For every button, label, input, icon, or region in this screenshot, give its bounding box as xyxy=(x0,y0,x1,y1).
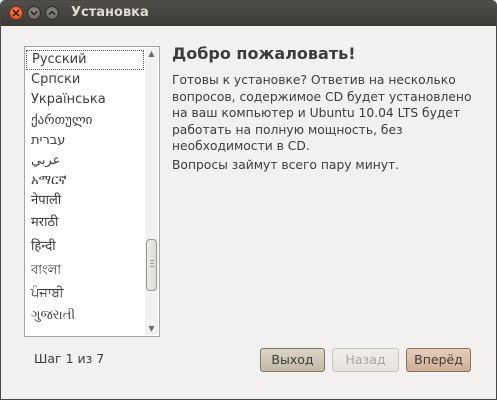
grip-line xyxy=(150,266,154,267)
welcome-note: Вопросы займут всего пару минут. xyxy=(172,158,400,172)
welcome-text: Готовы к установке? Ответив на несколько… xyxy=(172,73,472,153)
window-title: Установка xyxy=(71,5,149,20)
language-item[interactable]: ગુજરાતી xyxy=(26,306,144,326)
language-item[interactable]: עברית xyxy=(26,131,144,151)
grip-line xyxy=(150,260,154,261)
language-item[interactable]: Українська xyxy=(26,90,144,110)
welcome-heading: Добро пожаловать! xyxy=(172,44,356,63)
forward-button[interactable]: Вперёд xyxy=(406,348,471,372)
language-item[interactable]: नेपाली xyxy=(26,191,144,211)
scroll-down-icon[interactable]: ▼ xyxy=(145,323,158,335)
step-indicator: Шаг 1 из 7 xyxy=(34,351,105,366)
back-button[interactable]: Назад xyxy=(332,348,399,372)
language-item[interactable]: Српски xyxy=(26,70,144,90)
language-item-russian[interactable]: Русский xyxy=(26,50,144,70)
title-bar: Установка xyxy=(1,1,496,26)
language-item[interactable]: ქართული xyxy=(26,111,144,131)
language-item[interactable]: عربي xyxy=(26,151,144,171)
language-list[interactable]: Русский Српски Українська ქართული עברית … xyxy=(24,46,160,337)
language-item[interactable]: हिन्दी xyxy=(26,237,144,257)
maximize-window-button[interactable] xyxy=(45,6,59,20)
quit-button[interactable]: Выход xyxy=(260,348,325,372)
language-item[interactable]: አማርኛ xyxy=(26,171,144,191)
scroll-up-icon[interactable]: ▲ xyxy=(145,48,158,60)
close-icon xyxy=(12,9,20,17)
language-item[interactable]: ਪੰਜਾਬੀ xyxy=(26,284,144,304)
grip-line xyxy=(150,263,154,264)
chevron-down-icon xyxy=(30,10,38,16)
minimize-window-button[interactable] xyxy=(27,6,41,20)
scrollbar-thumb[interactable] xyxy=(146,239,157,291)
chevron-up-icon xyxy=(48,10,56,16)
installer-window: Установка Русский Српски Українська ქართ… xyxy=(0,0,497,400)
language-item[interactable]: বাংলা xyxy=(26,261,144,281)
close-window-button[interactable] xyxy=(9,6,23,20)
language-list-items: Русский Српски Українська ქართული עברית … xyxy=(25,47,145,336)
list-scrollbar[interactable]: ▲ ▼ xyxy=(145,48,158,335)
language-item[interactable]: मराठी xyxy=(26,213,144,233)
